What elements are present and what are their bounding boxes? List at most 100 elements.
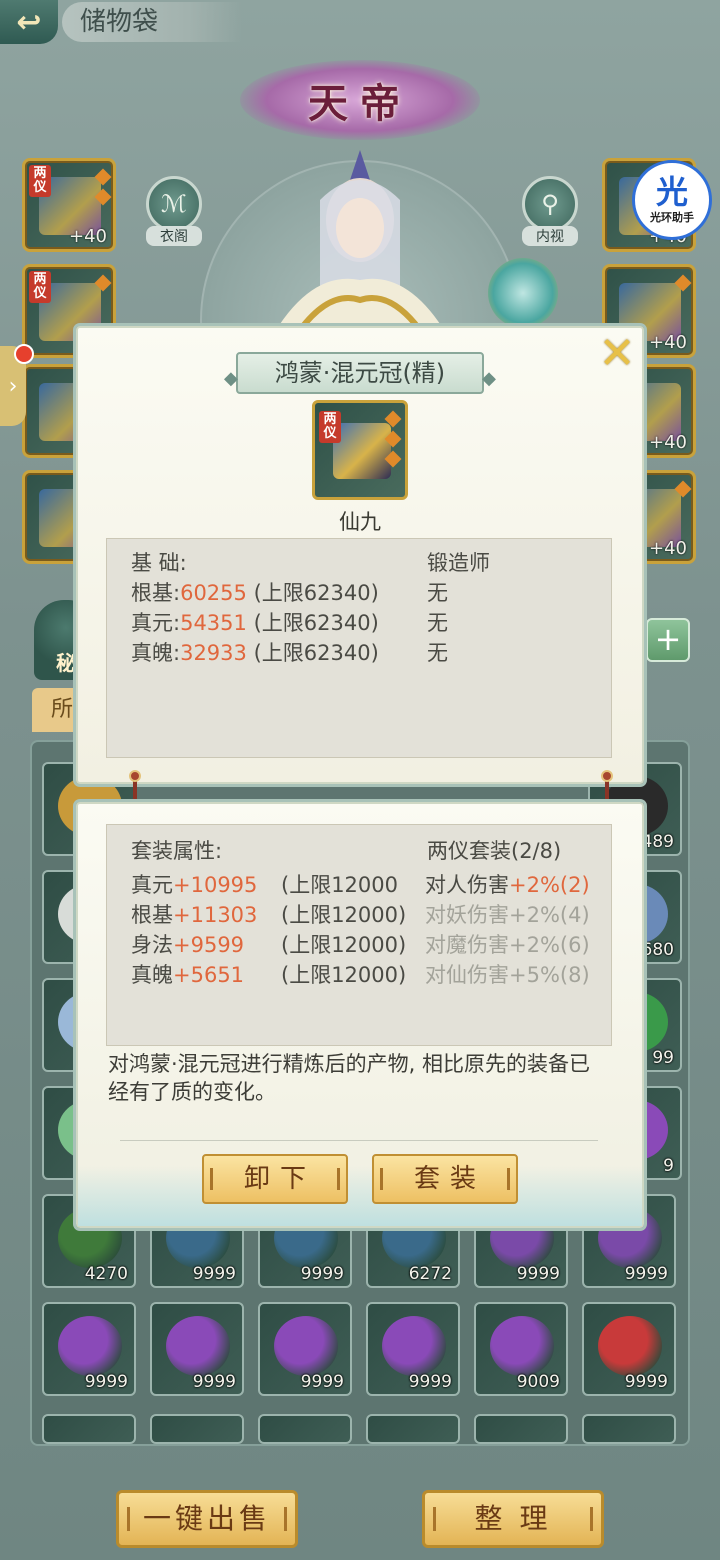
stat-value: 54351 <box>180 611 247 635</box>
bag-slot[interactable] <box>42 1414 136 1444</box>
item-count: 99 <box>652 1048 674 1068</box>
close-button[interactable]: ✕ <box>596 332 638 376</box>
item-preview: 两仪 <box>312 400 408 500</box>
set-header: 套装属性: <box>131 839 223 863</box>
bonus-label: 对仙伤害 <box>425 963 509 987</box>
back-button[interactable]: ↩ <box>0 0 58 44</box>
set-bonus-inactive: 对妖伤害+2%(4) <box>425 899 590 929</box>
item-count: 9999 <box>84 1372 128 1392</box>
stat-label: 真魄: <box>131 641 181 665</box>
inspect-button-wrap[interactable]: ⚲ 内视 <box>522 176 578 246</box>
add-button[interactable]: + <box>646 618 690 662</box>
stat-label: 根基 <box>131 903 173 927</box>
stat-cap: (上限12000) <box>281 903 407 927</box>
page-title: 储物袋 <box>62 2 242 42</box>
stat-label: 真元: <box>131 611 181 635</box>
item-count: 4270 <box>84 1264 128 1284</box>
set-bonus: 对人伤害+2%(2) <box>425 869 590 899</box>
orb-emblem <box>488 258 558 328</box>
stat-cap: (上限62340) <box>253 611 379 635</box>
helper-badge-label: 光环助手 <box>650 211 694 224</box>
bonus-value: +2%(6) <box>509 933 590 957</box>
unequip-button[interactable]: 卸下 <box>202 1154 348 1204</box>
item-count: 680 <box>641 940 674 960</box>
stat-value: +11303 <box>173 903 258 927</box>
rank-banner: 天帝 <box>240 60 480 140</box>
base-stat-row: 真元:54351 (上限62340) <box>131 607 379 637</box>
bag-slot[interactable]: 9999 <box>366 1302 460 1396</box>
stat-value: 32933 <box>180 641 247 665</box>
item-icon <box>598 1316 662 1376</box>
item-count: 489 <box>641 832 674 852</box>
stat-value: +5651 <box>173 963 245 987</box>
magnifier-icon: ⚲ <box>541 190 559 218</box>
sell-all-button[interactable]: 一键出售 <box>116 1490 298 1548</box>
connector-knob <box>601 770 613 782</box>
inspect-button[interactable]: ⚲ <box>522 176 578 232</box>
connector-knob <box>129 770 141 782</box>
bag-slot[interactable] <box>366 1414 460 1444</box>
bag-slot[interactable] <box>474 1414 568 1444</box>
set-stat-row: 真魄+5651 <box>131 959 244 989</box>
bag-slot[interactable]: 9999 <box>582 1302 676 1396</box>
equip-tag: 两仪 <box>29 271 51 303</box>
stat-label: 根基: <box>131 581 181 605</box>
base-stat-row: 根基:60255 (上限62340) <box>131 577 379 607</box>
item-count: 9999 <box>300 1264 344 1284</box>
item-icon <box>490 1316 554 1376</box>
bag-slot[interactable]: 9999 <box>258 1302 352 1396</box>
item-count: 6272 <box>408 1264 452 1284</box>
wardrobe-label: 衣阁 <box>146 226 202 246</box>
smith-value: 无 <box>427 581 448 605</box>
equip-tag: 两仪 <box>29 165 51 197</box>
bonus-label: 对魔伤害 <box>425 933 509 957</box>
equip-slot-weapon[interactable]: 两仪 +40 <box>22 158 116 252</box>
equip-level: +40 <box>69 226 107 247</box>
arrange-button[interactable]: 整 理 <box>422 1490 604 1548</box>
bonus-value: +2%(4) <box>509 903 590 927</box>
item-count: 9 <box>663 1156 674 1176</box>
item-icon <box>274 1316 338 1376</box>
item-icon <box>166 1316 230 1376</box>
set-stats-box: 套装属性: 两仪套装(2/8) 真元+10995 (上限12000 对人伤害+2… <box>106 824 612 1046</box>
divider <box>120 1140 598 1141</box>
bonus-value: +5%(8) <box>509 963 590 987</box>
close-x-icon: ✕ <box>598 328 636 379</box>
bag-slot[interactable]: 9999 <box>150 1302 244 1396</box>
stat-cap: (上限62340) <box>253 581 379 605</box>
robe-icon: ℳ <box>161 190 187 218</box>
item-icon <box>58 1316 122 1376</box>
item-count: 9009 <box>516 1372 560 1392</box>
item-count: 9999 <box>192 1372 236 1392</box>
equip-level: +40 <box>649 332 687 353</box>
stat-cap: (上限62340) <box>253 641 379 665</box>
helmet-icon <box>333 423 391 479</box>
item-count: 9999 <box>300 1372 344 1392</box>
bag-slot[interactable]: 9999 <box>42 1302 136 1396</box>
wardrobe-button[interactable]: ℳ <box>146 176 202 232</box>
set-name: 两仪套装(2/8) <box>427 839 562 863</box>
set-button[interactable]: 套装 <box>372 1154 518 1204</box>
item-count: 9999 <box>624 1264 668 1284</box>
base-header: 基 础: <box>131 551 187 575</box>
wardrobe-button-wrap[interactable]: ℳ 衣阁 <box>146 176 202 246</box>
bonus-value: +2%(2) <box>509 873 590 897</box>
item-count: 9999 <box>192 1264 236 1284</box>
stat-cap: (上限12000) <box>281 933 407 957</box>
helper-assistant-badge[interactable]: 光 光环助手 <box>632 160 712 240</box>
character-portrait <box>270 150 450 340</box>
bag-slot[interactable] <box>258 1414 352 1444</box>
stat-label: 真魄 <box>131 963 173 987</box>
smith-value: 无 <box>427 641 448 665</box>
item-name: 鸿蒙·混元冠(精) <box>224 352 496 398</box>
item-grade: 仙九 <box>339 510 381 534</box>
base-stat-row: 真魄:32933 (上限62340) <box>131 637 379 667</box>
bag-slot[interactable]: 9009 <box>474 1302 568 1396</box>
item-count: 9999 <box>408 1372 452 1392</box>
secret-tab-label: 秘 <box>56 651 76 675</box>
back-arrow-icon: ↩ <box>16 4 42 40</box>
stat-cap: (上限12000) <box>281 963 407 987</box>
bag-slot[interactable] <box>582 1414 676 1444</box>
bag-slot[interactable] <box>150 1414 244 1444</box>
set-bonus-inactive: 对魔伤害+2%(6) <box>425 929 590 959</box>
